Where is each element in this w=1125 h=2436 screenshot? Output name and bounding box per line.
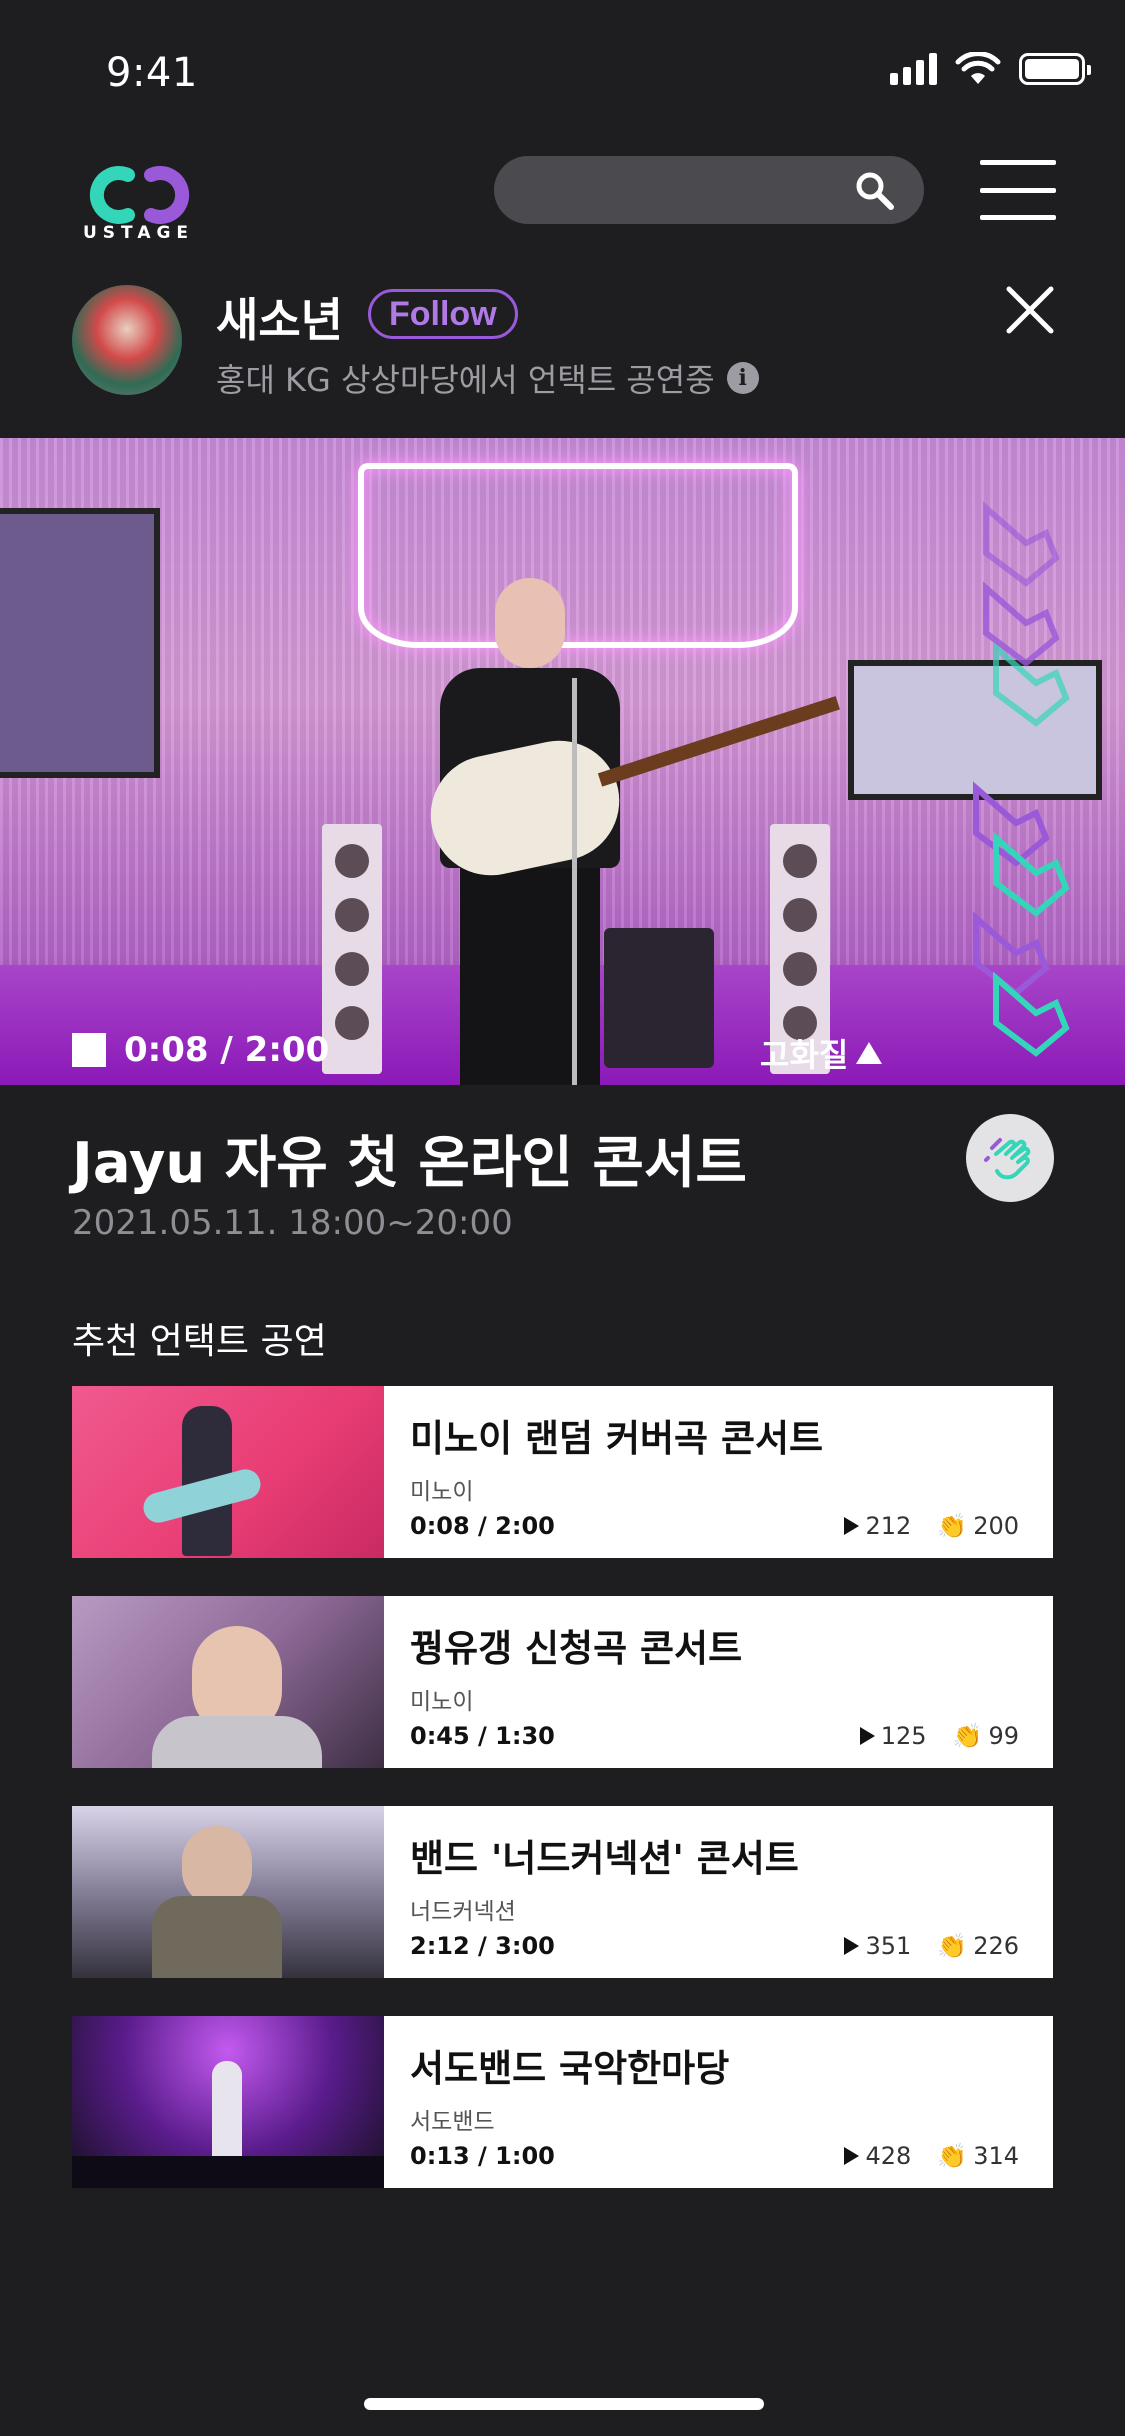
status-time: 9:41	[106, 50, 198, 96]
card-thumbnail	[72, 1596, 384, 1768]
home-indicator[interactable]	[364, 2398, 764, 2410]
app-screen: 9:41 USTAGE 새소년 Follow 홍대 KG 상상마당에서 언택트 …	[0, 0, 1125, 2436]
speaker-left	[322, 824, 382, 1074]
card-title: 서도밴드 국악한마당	[410, 2047, 730, 2090]
recommend-card[interactable]: 밴드 '너드커넥션' 콘서트 너드커넥션 2:12 / 3:00 351 👏 22…	[72, 1806, 1053, 1978]
card-time: 0:08 / 2:00	[410, 1512, 555, 1540]
menu-icon[interactable]	[980, 160, 1056, 220]
card-title: 밴드 '너드커넥션' 콘서트	[410, 1837, 799, 1880]
card-stats: 125 👏 99	[859, 1722, 1019, 1750]
video-player[interactable]	[0, 438, 1125, 1085]
play-count: 212	[865, 1512, 912, 1540]
concert-title: Jayu 자유 첫 온라인 콘서트	[72, 1131, 747, 1196]
triangle-up-icon	[856, 1042, 883, 1064]
clap-button[interactable]	[966, 1114, 1054, 1202]
play-icon	[844, 1937, 860, 1955]
card-thumbnail	[72, 1386, 384, 1558]
follow-button[interactable]: Follow	[368, 289, 518, 339]
mic-stand	[572, 678, 577, 1085]
quality-selector[interactable]: 고화질	[760, 1030, 883, 1076]
clap-icon: 👏	[952, 1722, 983, 1750]
clap-count: 314	[973, 2142, 1019, 2170]
card-title: 꿩유갱 신청곡 콘서트	[410, 1627, 743, 1670]
clap-icon: 👏	[937, 1932, 968, 1960]
search-bar[interactable]	[494, 156, 924, 224]
artist-status: 홍대 KG 상상마당에서 언택트 공연중 i	[216, 355, 759, 401]
card-thumbnail	[72, 2016, 384, 2188]
artist-name[interactable]: 새소년	[216, 284, 343, 350]
signal-icon	[890, 53, 937, 85]
logo-text: USTAGE	[83, 223, 195, 243]
recommend-card[interactable]: 서도밴드 국악한마당 서도밴드 0:13 / 1:00 428 👏 314	[72, 2016, 1053, 2188]
status-icons	[890, 52, 1091, 86]
play-count: 351	[865, 1932, 912, 1960]
clap-reactions	[973, 501, 1070, 1057]
card-stats: 428 👏 314	[844, 2142, 1019, 2170]
artist-status-text: 홍대 KG 상상마당에서 언택트 공연중	[216, 361, 715, 399]
wifi-icon	[955, 52, 1001, 84]
clap-icon: 👏	[937, 1512, 968, 1540]
concert-date: 2021.05.11. 18:00~20:00	[72, 1203, 513, 1243]
card-stats: 351 👏 226	[844, 1932, 1019, 1960]
recommend-card[interactable]: 미노이 랜덤 커버곡 콘서트 미노이 0:08 / 2:00 212 👏 200	[72, 1386, 1053, 1558]
section-title: 추천 언택트 공연	[72, 1321, 327, 1362]
card-artist: 너드커넥션	[410, 1899, 516, 1925]
info-icon[interactable]: i	[726, 362, 759, 394]
card-body: 미노이 랜덤 커버곡 콘서트 미노이 0:08 / 2:00 212 👏 200	[384, 1386, 1053, 1558]
card-time: 0:45 / 1:30	[410, 1722, 555, 1750]
card-title: 미노이 랜덤 커버곡 콘서트	[410, 1417, 824, 1460]
quality-label: 고화질	[760, 1036, 849, 1074]
play-count: 125	[880, 1722, 927, 1750]
card-body: 밴드 '너드커넥션' 콘서트 너드커넥션 2:12 / 3:00 351 👏 22…	[384, 1806, 1053, 1978]
card-thumbnail	[72, 1806, 384, 1978]
card-artist: 서도밴드	[410, 2109, 495, 2135]
stop-icon[interactable]	[72, 1033, 106, 1067]
card-stats: 212 👏 200	[844, 1512, 1019, 1540]
card-body: 서도밴드 국악한마당 서도밴드 0:13 / 1:00 428 👏 314	[384, 2016, 1053, 2188]
close-icon[interactable]	[1003, 283, 1057, 337]
artist-avatar[interactable]	[72, 285, 182, 395]
card-artist: 미노이	[410, 1689, 474, 1715]
play-icon	[859, 1727, 875, 1745]
clap-count: 226	[973, 1932, 1019, 1960]
card-body: 꿩유갱 신청곡 콘서트 미노이 0:45 / 1:30 125 👏 99	[384, 1596, 1053, 1768]
play-icon	[844, 2147, 860, 2165]
card-time: 0:13 / 1:00	[410, 2142, 555, 2170]
player-time: 0:08 / 2:00	[124, 1030, 330, 1070]
clap-count: 99	[988, 1722, 1019, 1750]
clap-count: 200	[973, 1512, 1019, 1540]
play-count: 428	[865, 2142, 912, 2170]
search-icon[interactable]	[854, 170, 896, 212]
search-input[interactable]	[524, 156, 854, 224]
clap-icon: 👏	[937, 2142, 968, 2170]
player-controls: 0:08 / 2:00	[72, 1030, 329, 1070]
recommend-card[interactable]: 꿩유갱 신청곡 콘서트 미노이 0:45 / 1:30 125 👏 99	[72, 1596, 1053, 1768]
battery-icon	[1019, 53, 1091, 85]
stage-screen-left	[0, 508, 160, 778]
play-icon	[844, 1517, 860, 1535]
card-artist: 미노이	[410, 1479, 474, 1505]
card-time: 2:12 / 3:00	[410, 1932, 555, 1960]
clap-icon	[984, 1138, 1031, 1180]
